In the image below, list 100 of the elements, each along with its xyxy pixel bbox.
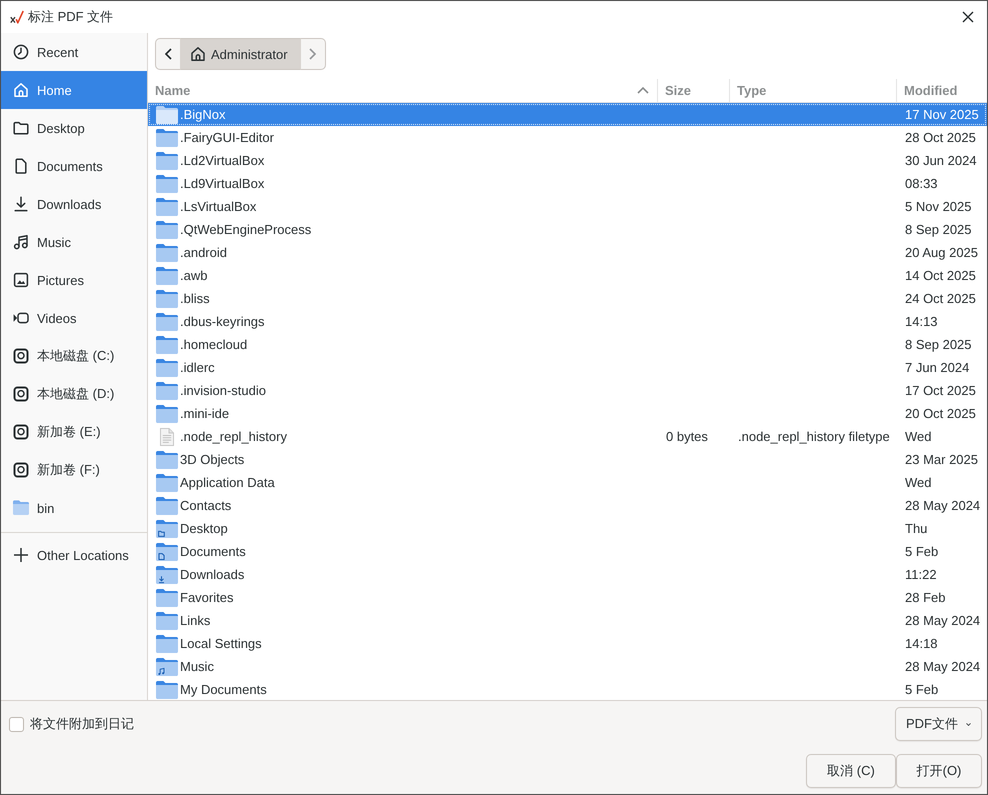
drive-icon <box>13 386 29 402</box>
file-row[interactable]: .Ld2VirtualBox 30 Jun 2024 <box>148 149 987 172</box>
folder-icon <box>156 220 178 238</box>
music-folder-icon <box>156 658 178 676</box>
file-row[interactable]: Documents 5 Feb <box>148 540 987 563</box>
folder-icon <box>156 634 178 652</box>
modified-date: 28 May 2024 <box>905 613 980 628</box>
modified-date: Thu <box>905 521 928 536</box>
video-camera-icon <box>13 310 29 326</box>
file-row[interactable]: My Documents 5 Feb <box>148 678 987 700</box>
folder-icon <box>156 198 178 216</box>
folder-icon <box>156 588 178 606</box>
file-row[interactable]: Contacts 28 May 2024 <box>148 494 987 517</box>
modified-date: 17 Nov 2025 <box>905 107 979 122</box>
home-icon <box>13 82 29 98</box>
path-button[interactable]: Administrator <box>180 38 301 70</box>
modified-date: 17 Oct 2025 <box>905 383 976 398</box>
modified-date: Wed <box>905 475 932 490</box>
folder-icon <box>156 404 178 422</box>
file-row[interactable]: .dbus-keyrings 14:13 <box>148 310 987 333</box>
folder-icon <box>156 290 178 308</box>
clock-icon <box>13 44 29 60</box>
sidebar-item[interactable]: Music <box>1 223 147 261</box>
app-logo-icon <box>10 10 24 24</box>
file-row[interactable]: Local Settings 14:18 <box>148 632 987 655</box>
folder-icon <box>156 358 178 376</box>
file-row[interactable]: .LsVirtualBox 5 Nov 2025 <box>148 195 987 218</box>
chevron-left-icon <box>164 48 172 60</box>
sidebar-item[interactable]: Desktop <box>1 109 147 147</box>
file-row[interactable]: .android 20 Aug 2025 <box>148 241 987 264</box>
file-row[interactable]: Music 28 May 2024 <box>148 655 987 678</box>
sidebar-item[interactable]: Videos <box>1 299 147 337</box>
file-row[interactable]: .BigNox 17 Nov 2025 <box>148 103 987 126</box>
sidebar-item[interactable]: 新加卷 (F:) <box>1 451 147 489</box>
file-row[interactable]: .bliss 24 Oct 2025 <box>148 287 987 310</box>
desktop-folder-icon <box>156 520 178 538</box>
sidebar-item[interactable]: 本地磁盘 (C:) <box>1 337 147 375</box>
file-row[interactable]: .idlerc 7 Jun 2024 <box>148 356 987 379</box>
file-name: Desktop <box>180 521 228 536</box>
file-row[interactable]: Favorites 28 Feb <box>148 586 987 609</box>
drive-icon <box>13 462 29 478</box>
modified-date: 14 Oct 2025 <box>905 268 976 283</box>
file-name: Application Data <box>180 475 275 490</box>
file-row[interactable]: .invision-studio 17 Oct 2025 <box>148 379 987 402</box>
sidebar-item[interactable]: Pictures <box>1 261 147 299</box>
folder-icon <box>156 266 178 284</box>
file-row[interactable]: .node_repl_history 0 bytes .node_repl_history filetype Wed <box>148 425 987 448</box>
sidebar-item[interactable]: Other Locations <box>1 536 147 574</box>
file-row[interactable]: Application Data Wed <box>148 471 987 494</box>
chevron-right-icon <box>309 48 316 60</box>
file-row[interactable]: Desktop Thu <box>148 517 987 540</box>
modified-date: 14:18 <box>905 636 938 651</box>
folder-icon <box>156 152 178 170</box>
sidebar-item[interactable]: Recent <box>1 33 147 71</box>
sidebar-item[interactable]: Downloads <box>1 185 147 223</box>
file-name: .FairyGUI-Editor <box>180 130 274 145</box>
folder-icon <box>156 496 178 514</box>
file-row[interactable]: .QtWebEngineProcess 8 Sep 2025 <box>148 218 987 241</box>
file-name: Documents <box>180 544 246 559</box>
downloads-folder-icon <box>156 566 178 584</box>
sidebar-item[interactable]: 新加卷 (E:) <box>1 413 147 451</box>
cancel-button[interactable]: 取消 (C) <box>806 754 896 788</box>
sidebar-item[interactable]: 本地磁盘 (D:) <box>1 375 147 413</box>
checkbox[interactable] <box>9 716 24 732</box>
file-row[interactable]: .homecloud 8 Sep 2025 <box>148 333 987 356</box>
file-name: .LsVirtualBox <box>180 199 256 214</box>
modified-date: 28 Feb <box>905 590 946 605</box>
file-name: Links <box>180 613 210 628</box>
file-name: Downloads <box>180 567 244 582</box>
folder-icon <box>156 336 178 354</box>
file-name: .android <box>180 245 227 260</box>
sidebar-item[interactable]: bin <box>1 489 147 527</box>
modified-date: 14:13 <box>905 314 938 329</box>
file-row[interactable]: .FairyGUI-Editor 28 Oct 2025 <box>148 126 987 149</box>
sidebar-item[interactable]: Home <box>1 71 147 109</box>
open-button[interactable]: 打开(O) <box>896 754 982 788</box>
file-name: .QtWebEngineProcess <box>180 222 312 237</box>
file-row[interactable]: .Ld9VirtualBox 08:33 <box>148 172 987 195</box>
file-row[interactable]: .mini-ide 20 Oct 2025 <box>148 402 987 425</box>
picture-icon <box>13 272 29 288</box>
file-row[interactable]: 3D Objects 23 Mar 2025 <box>148 448 987 471</box>
folder-icon <box>13 500 29 516</box>
file-type-dropdown[interactable]: PDF文件 <box>895 707 982 741</box>
chevron-up-icon <box>637 87 649 94</box>
file-name: .dbus-keyrings <box>180 314 265 329</box>
file-row[interactable]: Downloads 11:22 <box>148 563 987 586</box>
chevron-down-icon <box>966 720 971 728</box>
modified-date: 5 Nov 2025 <box>905 199 972 214</box>
modified-date: 20 Aug 2025 <box>905 245 978 260</box>
sidebar-item[interactable]: Documents <box>1 147 147 185</box>
file-name: .bliss <box>180 291 210 306</box>
modified-date: Wed <box>905 429 932 444</box>
folder-icon <box>156 612 178 630</box>
file-row[interactable]: Links 28 May 2024 <box>148 609 987 632</box>
document-icon <box>13 158 29 174</box>
folder-icon <box>156 174 178 192</box>
file-name: .homecloud <box>180 337 248 352</box>
file-row[interactable]: .awb 14 Oct 2025 <box>148 264 987 287</box>
checkbox-label: 将文件附加到日记 <box>30 715 134 733</box>
back-button[interactable] <box>155 38 180 70</box>
